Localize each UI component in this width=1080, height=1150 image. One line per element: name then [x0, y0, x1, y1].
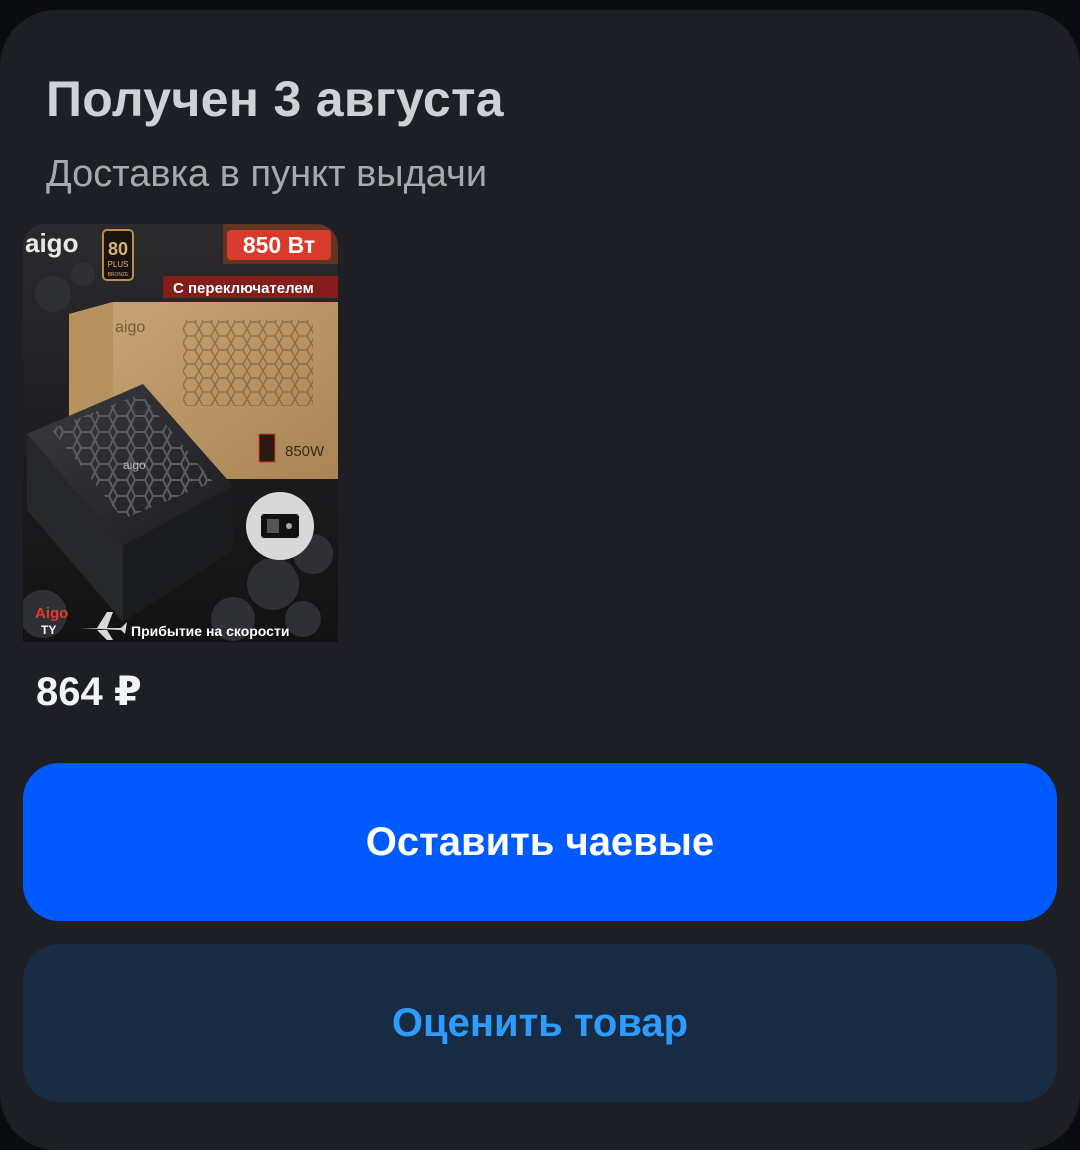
- switch-caption: С переключателем: [173, 280, 314, 297]
- order-status-title: Получен 3 августа: [46, 71, 504, 127]
- leave-tip-button[interactable]: Оставить чаевые: [23, 763, 1057, 921]
- shipping-note: Прибытие на скорости: [131, 623, 289, 639]
- order-card: Получен 3 августа Доставка в пункт выдач…: [0, 10, 1080, 1150]
- badge-plus: PLUS: [108, 260, 129, 269]
- brand-logo-text: aigo: [25, 228, 78, 258]
- badge-80: 80: [108, 239, 128, 259]
- store-suffix: TY: [41, 623, 56, 637]
- box-brand: aigo: [115, 319, 145, 336]
- power-supply-image: 850 Вт С переключателем aigo 80 PLUS BRO…: [23, 224, 338, 642]
- product-price: 864 ₽: [36, 670, 142, 714]
- product-thumbnail[interactable]: 850 Вт С переключателем aigo 80 PLUS BRO…: [23, 224, 338, 642]
- delivery-method: Доставка в пункт выдачи: [46, 153, 488, 195]
- power-label: 850 Вт: [243, 232, 315, 258]
- store-name: Aigo: [35, 605, 68, 622]
- psu-brand: aigo: [123, 458, 146, 472]
- rate-product-button[interactable]: Оценить товар: [23, 944, 1057, 1102]
- box-power: 850W: [285, 443, 325, 460]
- badge-bronze: BRONZE: [108, 272, 130, 278]
